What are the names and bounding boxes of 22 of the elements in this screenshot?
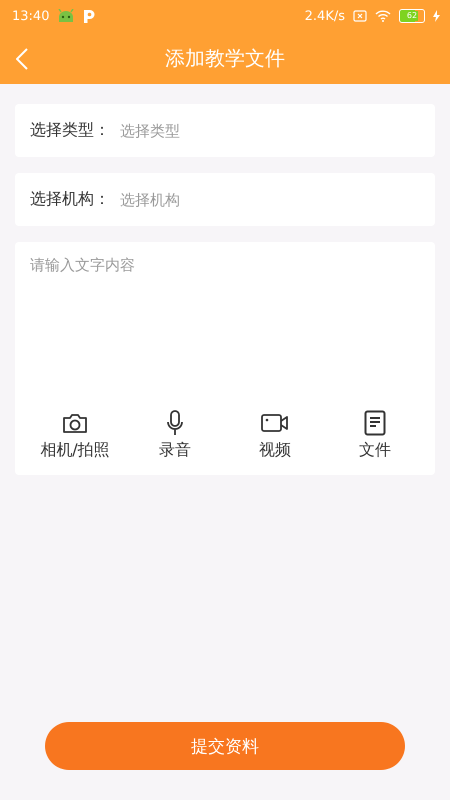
- network-speed: 2.4K/s: [304, 8, 345, 24]
- attachment-button[interactable]: 文件: [325, 409, 425, 461]
- battery-indicator: 62: [399, 9, 425, 23]
- attachment-button[interactable]: 视频: [225, 409, 325, 461]
- app-notification-icon: [83, 8, 96, 24]
- document-icon: [364, 410, 386, 436]
- camera-icon: [62, 412, 88, 434]
- wifi-icon: [375, 10, 391, 22]
- back-icon: [16, 48, 28, 70]
- no-sim-icon: [353, 10, 367, 22]
- attachment-button[interactable]: 相机/拍照: [25, 409, 125, 461]
- video-camera-icon: [261, 413, 289, 433]
- attachment-button[interactable]: 录音: [125, 409, 225, 461]
- content-input[interactable]: 请输入文字内容: [15, 242, 435, 390]
- microphone-icon: [166, 410, 184, 436]
- select-field[interactable]: 选择机构: [120, 173, 435, 226]
- page-title: 添加教学文件: [165, 44, 285, 72]
- field-label: 选择类型：: [15, 104, 120, 157]
- select-field[interactable]: 选择类型: [120, 104, 435, 157]
- clock: 13:40: [12, 8, 50, 24]
- field-label: 选择机构：: [15, 173, 120, 226]
- android-icon: [57, 9, 76, 23]
